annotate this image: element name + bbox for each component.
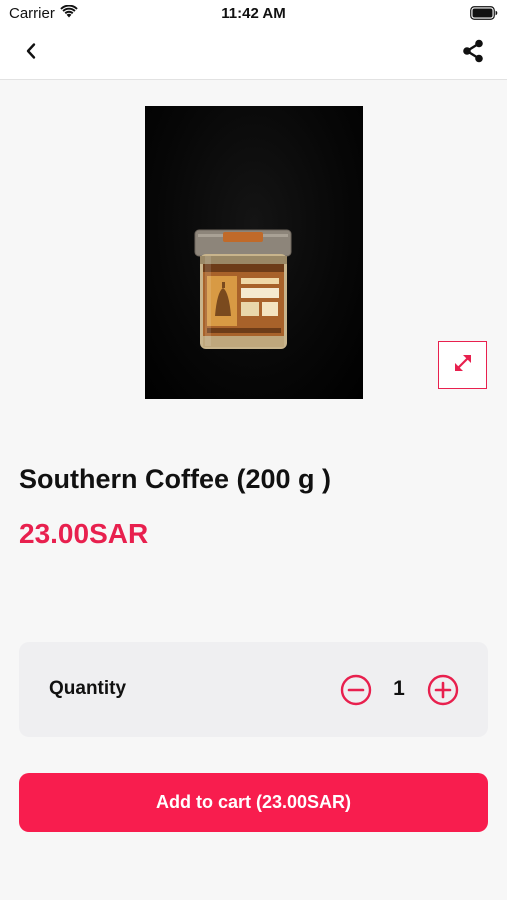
jar-photo [194, 229, 292, 349]
expand-arrows-icon [451, 351, 475, 380]
expand-button[interactable] [438, 341, 487, 389]
product-image [145, 106, 363, 399]
back-button[interactable] [18, 40, 44, 66]
nav-bar [0, 28, 507, 80]
quantity-decrease-button[interactable] [340, 674, 372, 706]
minus-circle-icon [340, 674, 372, 710]
quantity-card: Quantity 1 [19, 642, 488, 737]
quantity-label: Quantity [49, 678, 127, 699]
product-title: Southern Coffee (200 g ) [19, 464, 332, 494]
battery-icon [470, 6, 498, 24]
add-to-cart-button[interactable]: Add to cart (23.00SAR) [19, 773, 488, 832]
product-price: 23.00SAR [19, 518, 149, 549]
status-bar: Carrier 11:42 AM [0, 0, 507, 28]
quantity-value: 1 [393, 677, 405, 700]
plus-circle-icon [427, 674, 459, 710]
quantity-increase-button[interactable] [427, 674, 459, 706]
status-time: 11:42 AM [221, 5, 286, 22]
share-icon [460, 38, 486, 69]
share-button[interactable] [459, 39, 487, 67]
chevron-left-icon [24, 42, 38, 65]
